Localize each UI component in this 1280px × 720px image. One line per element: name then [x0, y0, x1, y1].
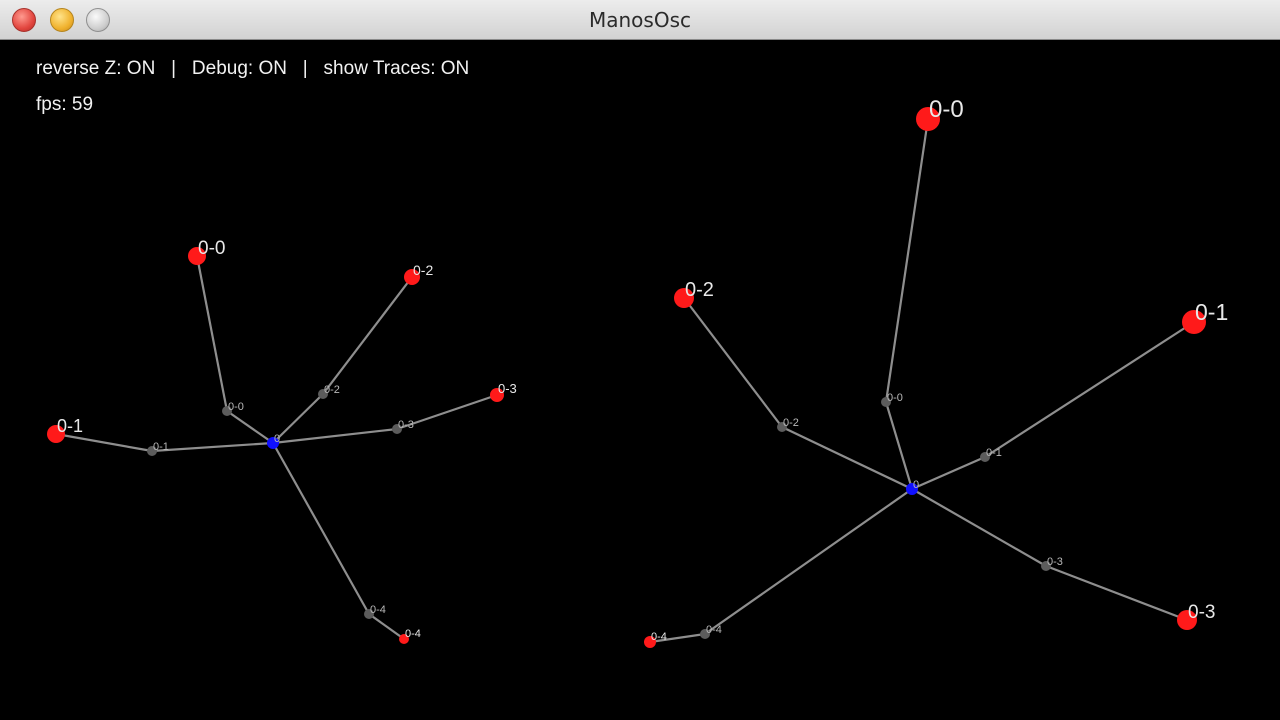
hand-tracking-scene: 0-00-00-10-10-20-20-30-30-40-40 0-00-00-…: [47, 96, 1228, 648]
bone-root-to-joint: [704, 488, 913, 635]
joint-label: 0-1: [153, 441, 169, 453]
fingertip-label: 0-3: [498, 381, 517, 396]
bone-root-to-joint: [151, 441, 274, 453]
bone-joint-to-tip: [984, 321, 1195, 458]
bone-joint-to-tip: [195, 255, 229, 412]
joint-label: 0-3: [398, 419, 414, 431]
hand-skeleton-left: 0-0 0-0 0-1 0-1 0-2 0-2 0-3 0-3 0-4 0-4 0: [47, 238, 517, 644]
bone-root-to-joint: [911, 455, 986, 491]
joint-label: 0-3: [1047, 556, 1063, 568]
fingertip-label: 0-1: [57, 416, 83, 436]
bone-joint-to-tip: [884, 118, 930, 403]
fingertip-label: 0-0: [929, 96, 964, 123]
palm-root-label: 0: [274, 433, 280, 445]
bone-joint-to-tip: [322, 276, 413, 395]
bone-root-to-joint: [911, 488, 1047, 567]
fingertip-label: 0-3: [1188, 602, 1215, 623]
bone-root-to-joint: [272, 427, 398, 445]
bone-root-to-joint: [226, 410, 274, 444]
bone-root-to-joint: [272, 442, 370, 615]
bone-joint-to-tip: [55, 432, 153, 453]
hand-skeleton-right: 0-0 0-0 0-1 0-1 0-2 0-2 0-3 0-3 0-4 0-4 0: [644, 96, 1228, 648]
joint-label: 0-0: [228, 401, 244, 413]
bone-joint-to-tip: [1045, 564, 1188, 622]
joint-label: 0-4: [706, 624, 722, 636]
bone-joint-to-tip: [683, 297, 783, 428]
joint-label: 0-1: [986, 447, 1002, 459]
fingertip-label: 0-4: [651, 631, 667, 643]
joint-label: 0-4: [370, 604, 386, 616]
bone-root-to-joint: [884, 401, 914, 490]
joint-label: 0-2: [783, 417, 799, 429]
fingertip-label: 0-0: [198, 238, 225, 259]
fingertip-label: 0-2: [413, 262, 433, 278]
bone-joint-to-tip: [368, 613, 405, 640]
palm-root-label: 0: [913, 479, 919, 491]
fingertip-label: 0-4: [405, 628, 421, 640]
joint-label: 0-0: [887, 392, 903, 404]
fingertip-label: 0-2: [685, 279, 714, 301]
fingertip-label: 0-1: [1195, 299, 1228, 325]
bone-root-to-joint: [272, 393, 324, 444]
bone-root-to-joint: [781, 426, 913, 490]
joint-label: 0-2: [324, 384, 340, 396]
